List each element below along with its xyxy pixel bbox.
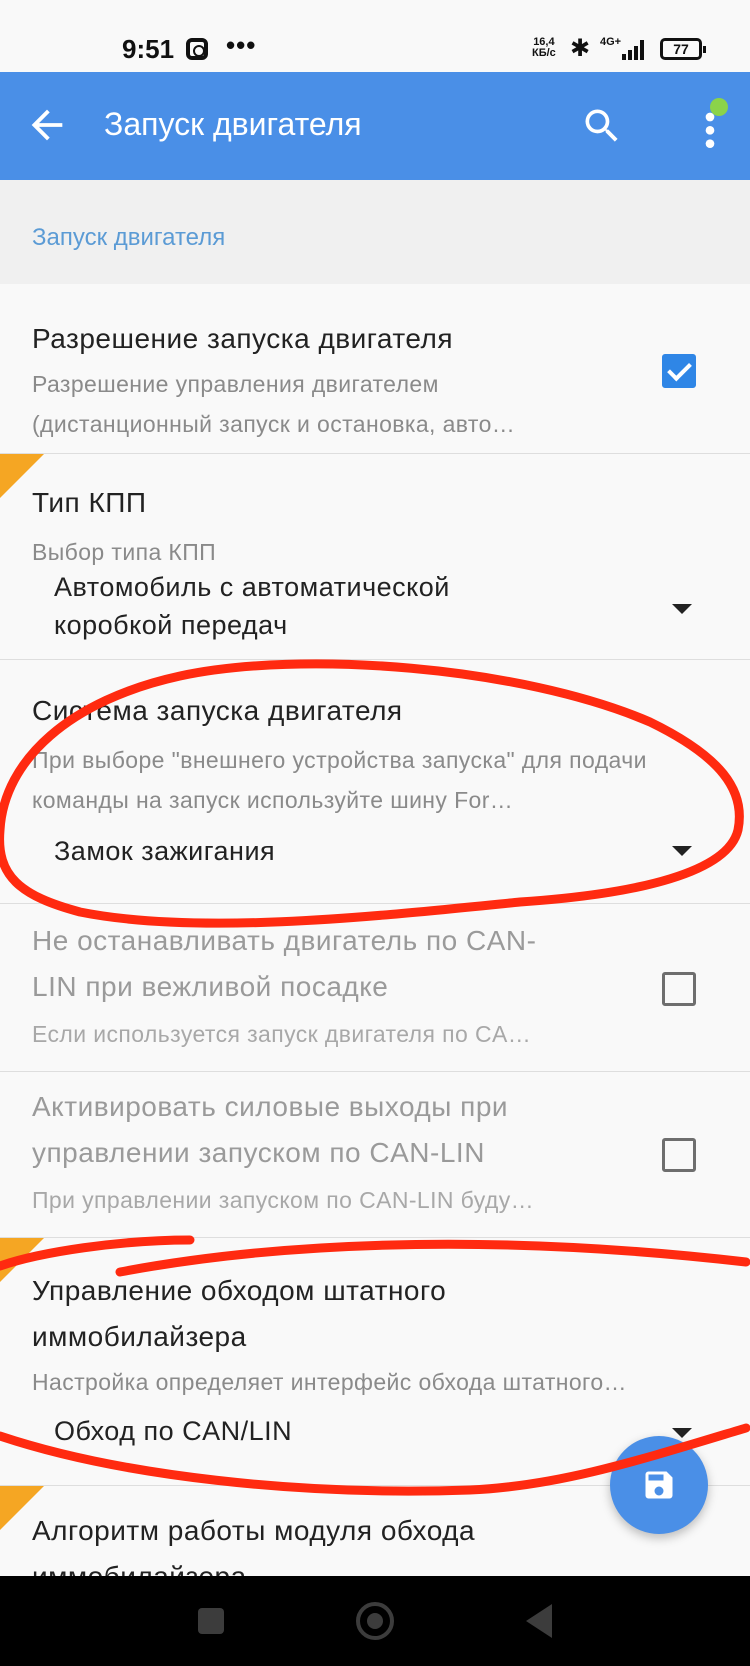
- battery-icon: 77: [660, 38, 706, 60]
- notification-icon: [186, 38, 208, 60]
- app-bar: Запуск двигателя: [0, 72, 750, 180]
- pref-title-line: Активировать силовые выходы при: [32, 1091, 509, 1122]
- back-arrow-icon[interactable]: [24, 102, 70, 148]
- pref-title-line: управлении запуском по CAN-LIN: [32, 1137, 485, 1168]
- save-button[interactable]: [610, 1436, 708, 1534]
- pref-value-line: коробкой передач: [54, 610, 288, 640]
- network-speed-unit: КБ/с: [532, 47, 556, 59]
- signal-icon: [622, 40, 648, 60]
- network-type: 4G+: [600, 36, 622, 48]
- recent-apps-icon[interactable]: [198, 1608, 224, 1634]
- pref-title-line: иммобилайзера: [32, 1321, 247, 1352]
- more-notifications-icon: •••: [226, 30, 257, 60]
- pref-title-line: LIN при вежливой посадке: [32, 971, 389, 1002]
- pref-engine-start-system[interactable]: Система запуска двигателя При выборе "вн…: [0, 660, 750, 904]
- pref-title-line: иммобилайзера: [32, 1561, 247, 1576]
- home-icon[interactable]: [356, 1602, 394, 1640]
- pref-title: Тип КПП: [32, 487, 147, 518]
- page-title: Запуск двигателя: [104, 106, 362, 142]
- pref-engine-start-permission[interactable]: Разрешение запуска двигателя Разрешение …: [0, 284, 750, 454]
- dropdown-arrow-icon[interactable]: [672, 846, 692, 856]
- section-header: Запуск двигателя: [0, 180, 750, 284]
- pref-summary: При управлении запуском по CAN-LIN буду…: [32, 1187, 534, 1213]
- pref-value: Обход по CAN/LIN: [54, 1416, 293, 1446]
- checkbox-unchecked[interactable]: [662, 972, 696, 1006]
- pref-summary: Настройка определяет интерфейс обхода шт…: [32, 1369, 627, 1395]
- pref-title-line: Алгоритм работы модуля обхода: [32, 1515, 476, 1546]
- dropdown-arrow-icon[interactable]: [672, 1428, 692, 1438]
- pref-value-line: Автомобиль с автоматической: [54, 572, 450, 602]
- pref-summary: Если используется запуск двигателя по CA…: [32, 1021, 532, 1047]
- status-bar: 9:51 ••• 16,4 КБ/с ✱ 4G+ 77: [0, 0, 750, 72]
- back-icon[interactable]: [526, 1604, 552, 1638]
- pref-summary: При выборе "внешнего устройства запуска"…: [32, 747, 647, 813]
- status-time: 9:51: [122, 34, 175, 64]
- pref-gearbox-type[interactable]: Тип КПП Выбор типа КПП Автомобиль с авто…: [0, 454, 750, 660]
- section-header-label: Запуск двигателя: [32, 224, 226, 251]
- pref-title-line: Не останавливать двигатель по CAN-: [32, 925, 537, 956]
- notification-badge: [710, 98, 728, 116]
- pref-title: Система запуска двигателя: [32, 695, 403, 726]
- pref-title: Не останавливать двигатель по CAN- LIN п…: [32, 918, 536, 1010]
- pref-title: Управление обходом штатного иммобилайзер…: [32, 1268, 446, 1360]
- checkbox-unchecked[interactable]: [662, 1138, 696, 1172]
- checkbox-checked[interactable]: [662, 354, 696, 388]
- pref-activate-power-outputs[interactable]: Активировать силовые выходы при управлен…: [0, 1072, 750, 1238]
- network-speed: 16,4 КБ/с: [532, 37, 556, 59]
- dropdown-arrow-icon[interactable]: [672, 604, 692, 614]
- pref-title-line: Управление обходом штатного: [32, 1275, 447, 1306]
- navigation-bar: [0, 1576, 750, 1666]
- pref-value: Замок зажигания: [54, 836, 276, 866]
- pref-summary: Разрешение управления двигателем (дистан…: [32, 371, 516, 437]
- save-icon: [645, 1471, 673, 1499]
- pref-title: Алгоритм работы модуля обхода иммобилайз…: [32, 1508, 475, 1576]
- pref-no-stop-on-polite-landing[interactable]: Не останавливать двигатель по CAN- LIN п…: [0, 904, 750, 1072]
- bluetooth-icon: ✱: [570, 35, 591, 62]
- search-icon[interactable]: [580, 104, 624, 148]
- pref-title: Активировать силовые выходы при управлен…: [32, 1084, 508, 1176]
- pref-value: Автомобиль с автоматической коробкой пер…: [54, 568, 450, 644]
- pref-summary: Выбор типа КПП: [32, 539, 217, 565]
- pref-title: Разрешение запуска двигателя: [32, 323, 454, 354]
